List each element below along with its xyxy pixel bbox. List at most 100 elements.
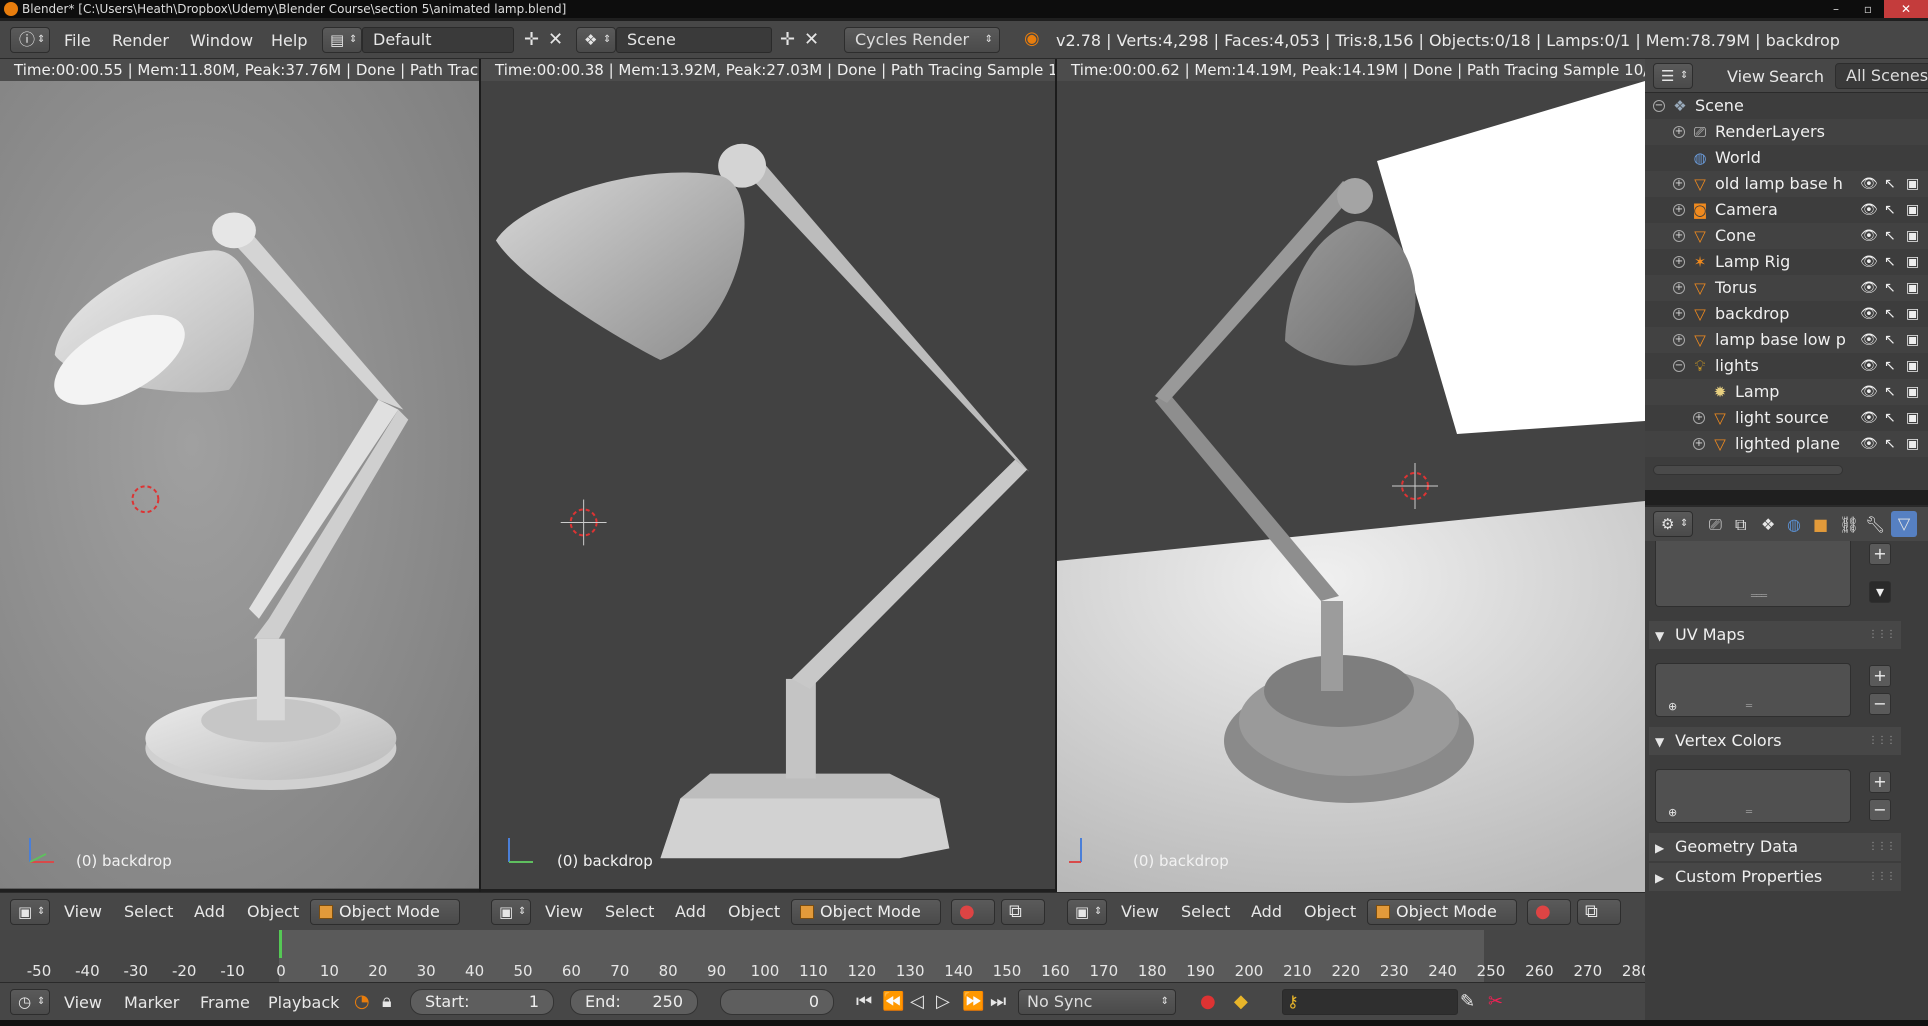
properties-editor[interactable]: ═══ + ▾ ▼ UV Maps ⋮⋮⋮ ⊕ ═ + − ▼ Vertex C… [1645,541,1928,1020]
menu-view[interactable]: View [64,902,102,921]
add-scene-icon[interactable]: ✛ [780,31,795,49]
menu-object[interactable]: Object [247,902,299,921]
renderability-camera-icon[interactable]: ▣ [1906,223,1919,249]
keying-set-field[interactable]: ⚷ [1282,989,1458,1015]
prev-keyframe-icon[interactable]: ⏪ [882,993,904,1011]
renderability-camera-icon[interactable]: ▣ [1906,405,1919,431]
visibility-eye-icon[interactable]: 👁︎ [1860,249,1878,275]
selectability-cursor-icon[interactable]: ↖ [1884,431,1896,457]
outliner-row[interactable]: + ▽ Cone 👁︎ ↖ ▣ [1645,223,1928,249]
menu-select[interactable]: Select [1181,902,1230,921]
move-down-button[interactable]: ▾ [1869,581,1891,603]
visibility-eye-icon[interactable]: 👁︎ [1860,327,1878,353]
renderability-camera-icon[interactable]: ▣ [1906,171,1919,197]
render-canvas[interactable] [1057,81,1645,892]
outliner-row[interactable]: + ◙ Camera 👁︎ ↖ ▣ [1645,197,1928,223]
custom-properties-panel-header[interactable]: ▶ Custom Properties ⋮⋮⋮ [1649,863,1901,891]
resize-grip[interactable]: ═ [1746,701,1752,712]
outliner-item-name[interactable]: Cone [1715,223,1756,249]
editor-type-button[interactable]: ▣ ⇕ [491,899,531,925]
outliner-item-name[interactable]: light source [1735,405,1829,431]
mode-select[interactable]: Object Mode [310,899,460,925]
selectability-cursor-icon[interactable]: ↖ [1884,223,1896,249]
menu-help[interactable]: Help [271,31,307,50]
render-tab-icon[interactable]: ⎚ [1709,516,1722,534]
selectability-cursor-icon[interactable]: ↖ [1884,327,1896,353]
keyframe-icon[interactable]: ◆ [1234,993,1248,1011]
selectability-cursor-icon[interactable]: ↖ [1884,379,1896,405]
play-reverse-icon[interactable]: ◁ [910,993,924,1011]
add-layout-icon[interactable]: ✛ [524,31,539,49]
visibility-eye-icon[interactable]: 👁︎ [1860,405,1878,431]
visibility-eye-icon[interactable]: 👁︎ [1860,275,1878,301]
expand-toggle-icon[interactable]: + [1693,412,1705,424]
menu-select[interactable]: Select [124,902,173,921]
panel-grip-icon[interactable]: ⋮⋮⋮ [1868,871,1896,882]
delete-layout-icon[interactable]: ✕ [548,31,563,49]
outliner-item-name[interactable]: backdrop [1715,301,1789,327]
menu-playback[interactable]: Playback [268,993,339,1012]
outliner-item-name[interactable]: World [1715,145,1761,171]
selectability-cursor-icon[interactable]: ↖ [1884,197,1896,223]
close-button[interactable]: ✕ [1884,0,1928,18]
pivot-select[interactable]: ⧉ [1577,899,1621,925]
outliner-item-name[interactable]: Lamp Rig [1715,249,1790,275]
expand-toggle-icon[interactable]: + [1673,230,1685,242]
menu-file[interactable]: File [64,31,91,50]
menu-add[interactable]: Add [1251,902,1282,921]
jump-end-icon[interactable]: ⏭ [990,993,1006,1011]
renderability-camera-icon[interactable]: ▣ [1906,431,1919,457]
render-engine-select[interactable]: Cycles Render ⇕ [844,27,1000,53]
renderlayers-tab-icon[interactable]: ⧉ [1735,516,1746,534]
delete-scene-icon[interactable]: ✕ [804,31,819,49]
mesh-data-tab-icon[interactable]: ▽ [1891,511,1917,537]
menu-add[interactable]: Add [194,902,225,921]
jump-start-icon[interactable]: ⏮ [856,993,872,1011]
playhead[interactable] [279,930,282,958]
expand-toggle-icon[interactable]: + [1673,256,1685,268]
renderability-camera-icon[interactable]: ▣ [1906,249,1919,275]
outliner-row[interactable]: + ✶ Lamp Rig 👁︎ ↖ ▣ [1645,249,1928,275]
outliner-item-name[interactable]: Scene [1695,93,1744,119]
mode-select[interactable]: Object Mode [791,899,941,925]
outliner-item-name[interactable]: Torus [1715,275,1757,301]
render-viewport-3[interactable]: Time:00:00.62 | Mem:14.19M, Peak:14.19M … [1057,59,1645,892]
visibility-eye-icon[interactable]: 👁︎ [1860,171,1878,197]
visibility-eye-icon[interactable]: 👁︎ [1860,301,1878,327]
outliner-item-name[interactable]: lamp base low p [1715,327,1846,353]
renderability-camera-icon[interactable]: ▣ [1906,197,1919,223]
uv-maps-panel-header[interactable]: ▼ UV Maps ⋮⋮⋮ [1649,621,1901,649]
selectability-cursor-icon[interactable]: ↖ [1884,353,1896,379]
render-canvas[interactable] [481,81,1055,890]
menu-select[interactable]: Select [605,902,654,921]
vertex-colors-list[interactable]: ⊕ ═ [1655,769,1851,823]
expand-toggle-icon[interactable]: − [1653,100,1665,112]
outliner-row[interactable]: + ▽ light source 👁︎ ↖ ▣ [1645,405,1928,431]
selectability-cursor-icon[interactable]: ↖ [1884,405,1896,431]
expand-toggle-icon[interactable]: + [1673,334,1685,346]
partial-list[interactable]: ═══ [1655,541,1851,607]
modifiers-tab-icon[interactable]: 🔧︎ [1865,516,1885,534]
outliner-item-name[interactable]: old lamp base h [1715,171,1843,197]
editor-type-button[interactable]: ⓘ ⇕ [10,27,50,53]
layout-name-field[interactable]: Default [362,27,514,53]
menu-add[interactable]: Add [675,902,706,921]
outliner-row[interactable]: ◍ World [1645,145,1928,171]
expand-toggle-icon[interactable]: + [1673,308,1685,320]
selectability-cursor-icon[interactable]: ↖ [1884,249,1896,275]
scene-selector[interactable]: ❖ ⇕ [576,27,616,53]
outliner-item-name[interactable]: Lamp [1735,379,1779,405]
panel-grip-icon[interactable]: ⋮⋮⋮ [1868,629,1896,640]
geometry-data-panel-header[interactable]: ▶ Geometry Data ⋮⋮⋮ [1649,833,1901,861]
maximize-button[interactable]: ▫ [1852,0,1884,18]
constraints-tab-icon[interactable]: ⛓ [1839,516,1859,534]
editor-type-button[interactable]: ☰ ⇕ [1653,63,1693,89]
add-uv-map-button[interactable]: + [1869,665,1891,687]
outliner-row[interactable]: + ⎚ RenderLayers [1645,119,1928,145]
menu-object[interactable]: Object [728,902,780,921]
uv-maps-list[interactable]: ⊕ ═ [1655,663,1851,717]
remove-vertex-color-button[interactable]: − [1869,799,1891,821]
menu-frame[interactable]: Frame [200,993,250,1012]
outliner-row[interactable]: − 💡︎ lights 👁︎ ↖ ▣ [1645,353,1928,379]
insert-keyframe-icon[interactable]: ✎ [1460,993,1475,1011]
